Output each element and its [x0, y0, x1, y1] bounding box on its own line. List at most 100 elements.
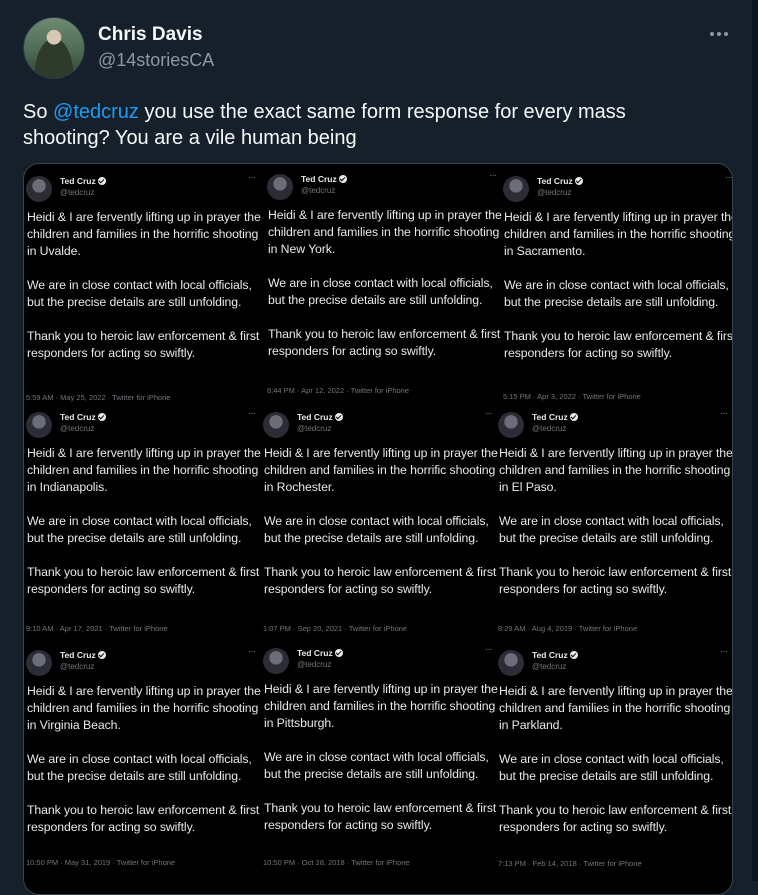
- card-name-text: Ted Cruz: [60, 650, 96, 660]
- card-meta: 10:50 PM · Oct 28, 2018 · Twitter for iP…: [263, 858, 410, 867]
- verified-badge-icon: [334, 413, 343, 421]
- card-body: Heidi & I are fervently lifting up in pr…: [499, 445, 732, 615]
- card-avatar: [267, 174, 293, 200]
- card-meta: 10:50 PM · May 31, 2019 · Twitter for iP…: [26, 858, 176, 867]
- tweet-text: So @tedcruz you use the exact same form …: [23, 99, 713, 151]
- card-paragraph-3: Thank you to heroic law enforcement & fi…: [264, 801, 497, 832]
- author-avatar[interactable]: [23, 17, 85, 79]
- card-name-text: Ted Cruz: [60, 176, 96, 186]
- card-handle: @tedcruz: [297, 424, 332, 433]
- tweet-text-prefix: So: [23, 101, 54, 123]
- card-paragraph-2: We are in close contact with local offic…: [27, 278, 252, 309]
- card-paragraph-3: Thank you to heroic law enforcement & fi…: [264, 565, 497, 596]
- card-meta: 1:07 PM · Sep 20, 2021 · Twitter for iPh…: [263, 624, 408, 633]
- card-paragraph-3: Thank you to heroic law enforcement & fi…: [27, 803, 260, 834]
- verified-badge-icon: [569, 413, 578, 421]
- verified-badge-icon: [97, 177, 106, 185]
- card-body: Heidi & I are fervently lifting up in pr…: [504, 209, 733, 379]
- card-paragraph-1: Heidi & I are fervently lifting up in pr…: [27, 445, 263, 496]
- quoted-screenshot-card: Ted Cruz @tedcruz ··· Heidi & I are ferv…: [26, 644, 262, 880]
- card-paragraph-1: Heidi & I are fervently lifting up in pr…: [499, 445, 732, 496]
- card-meta: 5:59 AM · May 25, 2022 · Twitter for iPh…: [26, 393, 171, 402]
- card-paragraph-2: We are in close contact with local offic…: [27, 752, 252, 783]
- card-more-icon: ···: [725, 172, 732, 183]
- quoted-screenshot-card: Ted Cruz @tedcruz ··· Heidi & I are ferv…: [263, 642, 499, 878]
- card-paragraph-2: We are in close contact with local offic…: [264, 750, 489, 781]
- mention-link[interactable]: @tedcruz: [53, 101, 139, 123]
- card-handle: @tedcruz: [60, 188, 95, 197]
- card-meta: 9:10 AM · Apr 17, 2021 · Twitter for iPh…: [26, 624, 168, 633]
- card-paragraph-1: Heidi & I are fervently lifting up in pr…: [499, 683, 732, 734]
- more-dot: [717, 32, 721, 36]
- author-handle[interactable]: @14storiesCA: [98, 50, 214, 71]
- card-paragraph-3: Thank you to heroic law enforcement & fi…: [27, 329, 260, 360]
- card-handle: @tedcruz: [301, 186, 336, 195]
- more-dot: [710, 32, 714, 36]
- card-avatar: [26, 176, 52, 202]
- card-paragraph-1: Heidi & I are fervently lifting up in pr…: [504, 209, 732, 260]
- card-body: Heidi & I are fervently lifting up in pr…: [268, 207, 504, 377]
- card-paragraph-2: We are in close contact with local offic…: [27, 514, 252, 545]
- card-handle: @tedcruz: [532, 662, 567, 671]
- card-body: Heidi & I are fervently lifting up in pr…: [264, 445, 500, 615]
- card-name-text: Ted Cruz: [297, 412, 333, 422]
- card-name: Ted Cruz: [301, 174, 347, 184]
- card-paragraph-3: Thank you to heroic law enforcement & fi…: [499, 565, 732, 596]
- card-paragraph-3: Thank you to heroic law enforcement & fi…: [504, 329, 733, 360]
- card-paragraph-3: Thank you to heroic law enforcement & fi…: [499, 803, 732, 834]
- card-avatar: [263, 412, 289, 438]
- card-body: Heidi & I are fervently lifting up in pr…: [27, 445, 263, 615]
- quoted-screenshot-card: Ted Cruz @tedcruz ··· Heidi & I are ferv…: [26, 170, 262, 406]
- card-name-text: Ted Cruz: [532, 650, 568, 660]
- card-name: Ted Cruz: [532, 412, 578, 422]
- card-body: Heidi & I are fervently lifting up in pr…: [27, 683, 263, 853]
- card-paragraph-3: Thank you to heroic law enforcement & fi…: [27, 565, 260, 596]
- window-edge: [752, 0, 758, 881]
- card-name: Ted Cruz: [297, 412, 343, 422]
- card-handle: @tedcruz: [537, 188, 572, 197]
- card-paragraph-2: We are in close contact with local offic…: [499, 752, 724, 783]
- more-dot: [724, 32, 728, 36]
- quoted-screenshot-card: Ted Cruz @tedcruz ··· Heidi & I are ferv…: [503, 170, 733, 406]
- card-name-text: Ted Cruz: [297, 648, 333, 658]
- card-paragraph-2: We are in close contact with local offic…: [499, 514, 724, 545]
- quoted-screenshot-card: Ted Cruz @tedcruz ··· Heidi & I are ferv…: [498, 406, 732, 642]
- card-avatar: [503, 176, 529, 202]
- card-name-text: Ted Cruz: [60, 412, 96, 422]
- card-avatar: [498, 650, 524, 676]
- card-avatar: [263, 648, 289, 674]
- quoted-screenshot-card: Ted Cruz @tedcruz ··· Heidi & I are ferv…: [26, 406, 262, 642]
- card-paragraph-1: Heidi & I are fervently lifting up in pr…: [268, 207, 504, 258]
- card-more-icon: ···: [485, 408, 493, 419]
- author-display-name[interactable]: Chris Davis: [98, 24, 203, 46]
- card-more-icon: ···: [248, 172, 256, 183]
- card-paragraph-1: Heidi & I are fervently lifting up in pr…: [264, 445, 500, 496]
- card-more-icon: ···: [248, 408, 256, 419]
- card-name: Ted Cruz: [60, 650, 106, 660]
- card-name-text: Ted Cruz: [301, 174, 337, 184]
- card-paragraph-3: Thank you to heroic law enforcement & fi…: [268, 327, 501, 358]
- card-paragraph-2: We are in close contact with local offic…: [264, 514, 489, 545]
- card-body: Heidi & I are fervently lifting up in pr…: [264, 681, 500, 851]
- card-handle: @tedcruz: [60, 662, 95, 671]
- card-meta: 8:44 PM · Apr 12, 2022 · Twitter for iPh…: [267, 386, 410, 395]
- more-options-icon[interactable]: [708, 26, 730, 42]
- tweet-media-image[interactable]: Ted Cruz @tedcruz ··· Heidi & I are ferv…: [23, 163, 733, 895]
- card-meta: 7:13 PM · Feb 14, 2018 · Twitter for iPh…: [498, 859, 642, 868]
- quoted-screenshot-card: Ted Cruz @tedcruz ··· Heidi & I are ferv…: [267, 168, 503, 404]
- verified-badge-icon: [569, 651, 578, 659]
- verified-badge-icon: [97, 651, 106, 659]
- quoted-screenshot-card: Ted Cruz @tedcruz ··· Heidi & I are ferv…: [263, 406, 499, 642]
- verified-badge-icon: [334, 649, 343, 657]
- card-name: Ted Cruz: [297, 648, 343, 658]
- quoted-screenshot-card: Ted Cruz @tedcruz ··· Heidi & I are ferv…: [498, 644, 732, 880]
- card-handle: @tedcruz: [532, 424, 567, 433]
- card-body: Heidi & I are fervently lifting up in pr…: [27, 209, 263, 379]
- card-body: Heidi & I are fervently lifting up in pr…: [499, 683, 732, 853]
- verified-badge-icon: [574, 177, 583, 185]
- card-name-text: Ted Cruz: [537, 176, 573, 186]
- card-name: Ted Cruz: [537, 176, 583, 186]
- card-paragraph-1: Heidi & I are fervently lifting up in pr…: [27, 683, 263, 734]
- card-avatar: [26, 412, 52, 438]
- card-more-icon: ···: [720, 408, 728, 419]
